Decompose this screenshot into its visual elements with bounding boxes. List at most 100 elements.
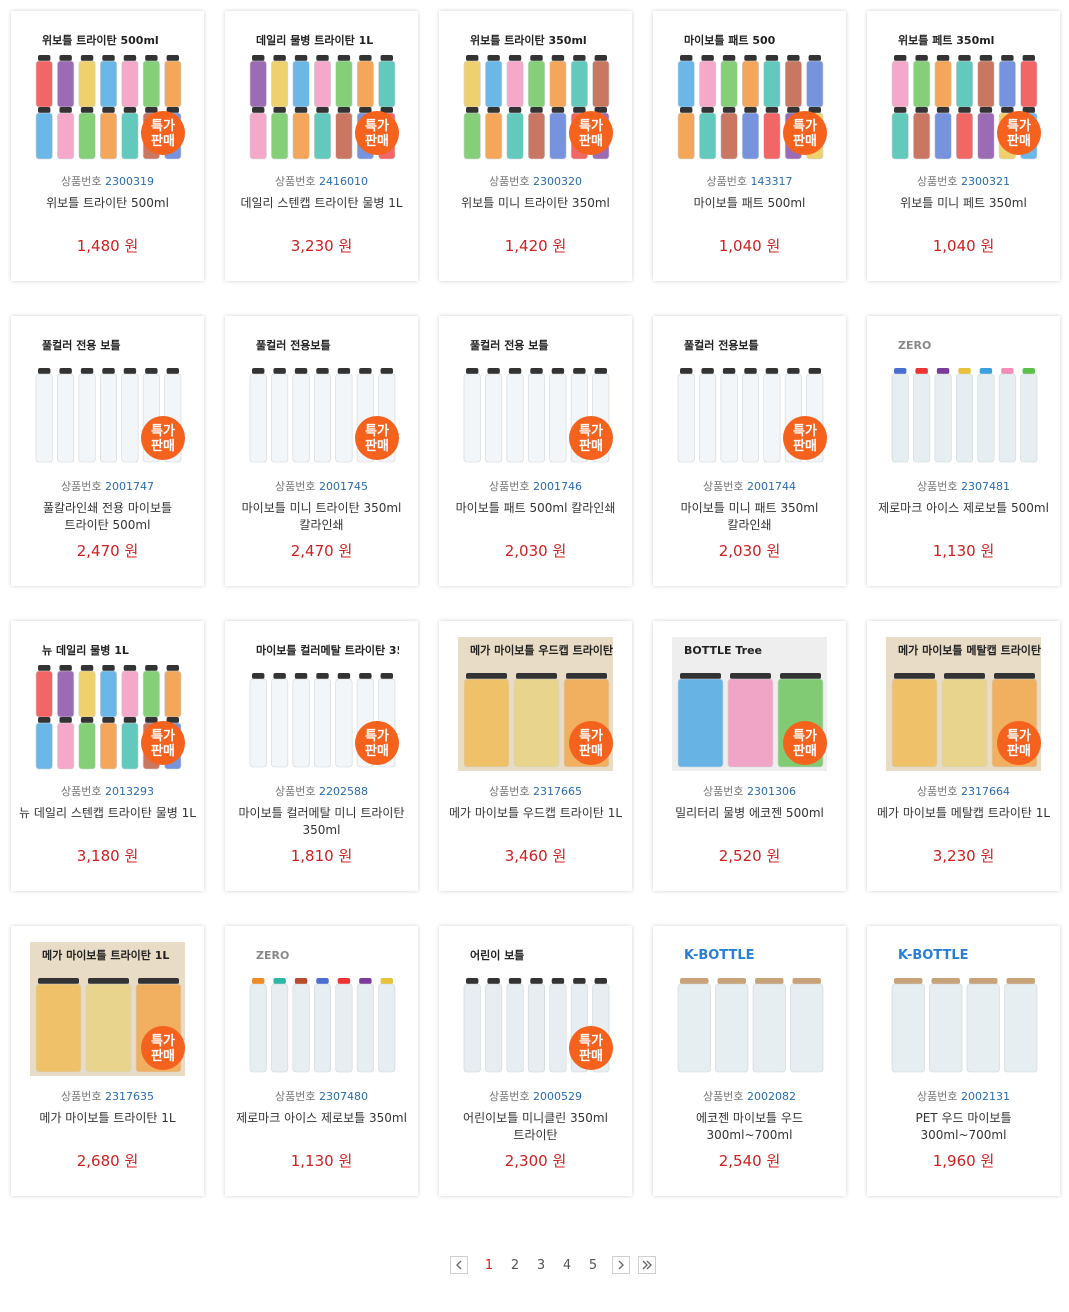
product-code-label: 상품번호 — [917, 1090, 958, 1103]
product-name[interactable]: 풀칼라인쇄 전용 마이보틀 트라이탄 500ml — [19, 500, 196, 534]
product-card[interactable]: 마이보틀 컬러메탈 트라이탄 350ml 특가판매상품번호 2202588 마이보틀… — [225, 621, 418, 891]
svg-text:특가: 특가 — [1007, 119, 1031, 134]
product-thumbnail[interactable]: ZERO — [886, 332, 1041, 466]
page-3[interactable]: 3 — [528, 1258, 554, 1273]
product-name[interactable]: 메가 마이보틀 트라이탄 1L — [19, 1110, 196, 1127]
product-name[interactable]: 마이보틀 패트 500ml — [661, 195, 838, 212]
product-name[interactable]: 마이보틀 미니 패트 350ml 칼라인쇄 — [661, 500, 838, 534]
product-name[interactable]: 마이보틀 컬러메탈 미니 트라이탄 350ml — [233, 805, 410, 839]
product-card[interactable]: 풀컬러 전용보틀 특가 판매 상품번호 2001745 마이보틀 미니 트라이탄 350… — [225, 316, 418, 586]
product-card[interactable]: ZERO 상품번호 2307480 제로마크 아이스 제로보틀 350ml 1,130… — [225, 926, 418, 1196]
sale-badge-icon: 특가판매 — [141, 721, 185, 765]
product-card[interactable]: 메가 마이보틀 메탈캡 트라이탄 1L 특가판매상품번호 2317664 메가 마이… — [867, 621, 1060, 891]
product-name[interactable]: 마이보틀 패트 500ml 칼라인쇄 — [447, 500, 624, 517]
product-thumbnail[interactable]: 뉴 데일리 물병 1L 특가 판매 — [30, 637, 185, 771]
product-thumbnail[interactable]: 풀컬러 전용보틀 특가 판매 — [672, 332, 827, 466]
product-thumbnail[interactable]: 메가 마이보틀 트라이탄 1L 특가 판매 — [30, 942, 185, 1076]
product-name[interactable]: 뉴 데일리 스텐캡 트라이탄 물병 1L — [19, 805, 196, 822]
product-name[interactable]: 에코젠 마이보틀 우드 300ml~700ml — [661, 1110, 838, 1144]
product-code-number: 2317665 — [532, 785, 582, 798]
svg-text:판매: 판매 — [579, 743, 603, 759]
product-thumbnail[interactable]: K-BOTTLE — [672, 942, 827, 1076]
product-thumbnail[interactable]: 메가 마이보틀 우드캡 트라이탄 1L 특가판매 — [458, 637, 613, 771]
svg-text:풀컬러 전용보틀: 풀컬러 전용보틀 — [256, 338, 331, 352]
product-name[interactable]: PET 우드 마이보틀 300ml~700ml — [875, 1110, 1052, 1144]
product-card[interactable]: 메가 마이보틀 우드캡 트라이탄 1L 특가판매상품번호 2317665 메가 마이… — [439, 621, 632, 891]
product-code-label: 상품번호 — [61, 785, 102, 798]
product-name[interactable]: 위보틀 미니 트라이탄 350ml — [447, 195, 624, 212]
product-card[interactable]: 마이보틀 패트 500 특가 판매 상품번호 143317 마이보틀 패트 500ml 1… — [653, 11, 846, 281]
double-chevron-right-icon — [642, 1260, 652, 1270]
page-5[interactable]: 5 — [580, 1258, 606, 1273]
product-thumbnail[interactable]: 위보틀 트라이탄 500ml 특가 판매 — [30, 27, 185, 161]
product-card[interactable]: 풀컬러 전용 보틀 특가 판매 상품번호 2001746 마이보틀 패트 500ml 칼… — [439, 316, 632, 586]
last-page-button[interactable] — [638, 1256, 656, 1274]
page-4[interactable]: 4 — [554, 1258, 580, 1273]
product-code-label: 상품번호 — [703, 1090, 744, 1103]
product-thumbnail[interactable]: 풀컬러 전용 보틀 특가 판매 — [30, 332, 185, 466]
product-thumbnail[interactable]: 위보틀 페트 350ml 특가 판매 — [886, 27, 1041, 161]
next-page-button[interactable] — [612, 1256, 630, 1274]
product-code: 상품번호 2317665 — [439, 783, 632, 799]
product-card[interactable]: ZERO 상품번호 2307481 제로마크 아이스 제로보틀 500ml 1,130… — [867, 316, 1060, 586]
product-thumbnail[interactable]: 위보틀 트라이탄 350ml 특가 판매 — [458, 27, 613, 161]
prev-page-button[interactable] — [450, 1256, 468, 1274]
page-1[interactable]: 1 — [476, 1258, 502, 1273]
product-card[interactable]: 풀컬러 전용보틀 특가 판매 상품번호 2001744 마이보틀 미니 패트 350ml… — [653, 316, 846, 586]
page-2[interactable]: 2 — [502, 1258, 528, 1273]
svg-text:BOTTLE Tree: BOTTLE Tree — [684, 644, 762, 657]
product-code-number: 2416010 — [318, 175, 368, 188]
product-thumbnail[interactable]: BOTTLE Tree 특가 판매 — [672, 637, 827, 771]
product-name[interactable]: 마이보틀 미니 트라이탄 350ml 칼라인쇄 — [233, 500, 410, 534]
svg-text:ZERO: ZERO — [256, 949, 289, 962]
product-code: 상품번호 2300319 — [11, 173, 204, 189]
product-name[interactable]: 위보틀 트라이탄 500ml — [19, 195, 196, 212]
svg-text:특가: 특가 — [579, 424, 603, 439]
product-thumbnail[interactable]: K-BOTTLE — [886, 942, 1041, 1076]
product-card[interactable]: 어린이 보틀 특가 판매 상품번호 2000529 어린이보틀 미니클린 350ml 트… — [439, 926, 632, 1196]
product-thumbnail[interactable]: 풀컬러 전용 보틀 특가 판매 — [458, 332, 613, 466]
svg-text:특가: 특가 — [579, 1034, 603, 1049]
product-code: 상품번호 2317664 — [867, 783, 1060, 799]
product-thumbnail[interactable]: 데일리 물병 트라이탄 1L 특가 판매 — [244, 27, 399, 161]
product-card[interactable]: 위보틀 트라이탄 350ml 특가 판매 상품번호 2300320 위보틀 미니 트라이… — [439, 11, 632, 281]
product-card[interactable]: K-BOTTLE 상품번호 2002082 에코젠 마이보틀 우드 300ml~70… — [653, 926, 846, 1196]
product-card[interactable]: 뉴 데일리 물병 1L 특가 판매상품번호 2013293 뉴 데일리 스텐캡 트라이… — [11, 621, 204, 891]
product-code-number: 2001746 — [532, 480, 582, 493]
product-price: 3,230 원 — [932, 847, 995, 865]
product-thumbnail[interactable]: 마이보틀 패트 500 특가 판매 — [672, 27, 827, 161]
product-name[interactable]: 메가 마이보틀 우드캡 트라이탄 1L — [447, 805, 624, 822]
product-card[interactable]: K-BOTTLE 상품번호 2002131 PET 우드 마이보틀 300ml~70… — [867, 926, 1060, 1196]
svg-text:판매: 판매 — [793, 743, 817, 759]
product-name[interactable]: 데일리 스텐캡 트라이탄 물병 1L — [233, 195, 410, 212]
product-thumbnail[interactable]: 어린이 보틀 특가 판매 — [458, 942, 613, 1076]
product-thumbnail[interactable]: 메가 마이보틀 메탈캡 트라이탄 1L 특가판매 — [886, 637, 1041, 771]
product-thumbnail[interactable]: ZERO — [244, 942, 399, 1076]
product-name[interactable]: 위보틀 미니 페트 350ml — [875, 195, 1052, 212]
product-code-label: 상품번호 — [61, 480, 102, 493]
svg-text:특가: 특가 — [579, 119, 603, 134]
product-name[interactable]: 메가 마이보틀 메탈캡 트라이탄 1L — [875, 805, 1052, 822]
product-card[interactable]: 풀컬러 전용 보틀 특가 판매상품번호 2001747 풀칼라인쇄 전용 마이보틀 트… — [11, 316, 204, 586]
product-card[interactable]: BOTTLE Tree 특가 판매 상품번호 2301306 밀리터리 물병 에코젠 5… — [653, 621, 846, 891]
product-card[interactable]: 메가 마이보틀 트라이탄 1L 특가 판매 상품번호 2317635 메가 마이보틀 트… — [11, 926, 204, 1196]
product-card[interactable]: 위보틀 페트 350ml 특가 판매 상품번호 2300321 위보틀 미니 페트 35… — [867, 11, 1060, 281]
product-name[interactable]: 제로마크 아이스 제로보틀 500ml — [875, 500, 1052, 517]
product-thumbnail[interactable]: 마이보틀 컬러메탈 트라이탄 350ml 특가판매 — [244, 637, 399, 771]
product-price: 2,030 원 — [504, 542, 567, 560]
product-name[interactable]: 어린이보틀 미니클린 350ml 트라이탄 — [447, 1110, 624, 1144]
bottle-image: K-BOTTLE — [886, 942, 1041, 1076]
product-thumbnail[interactable]: 풀컬러 전용보틀 특가 판매 — [244, 332, 399, 466]
product-code-number: 2001747 — [104, 480, 154, 493]
product-card[interactable]: 데일리 물병 트라이탄 1L 특가 판매 상품번호 2416010 데일리 스텐캡 트라… — [225, 11, 418, 281]
svg-text:판매: 판매 — [365, 438, 389, 454]
svg-text:메가 마이보틀 트라이탄 1L: 메가 마이보틀 트라이탄 1L — [42, 948, 169, 962]
product-price: 1,130 원 — [932, 542, 995, 560]
product-name[interactable]: 제로마크 아이스 제로보틀 350ml — [233, 1110, 410, 1127]
product-name[interactable]: 밀리터리 물병 에코젠 500ml — [661, 805, 838, 822]
product-code: 상품번호 2013293 — [11, 783, 204, 799]
product-card[interactable]: 위보틀 트라이탄 500ml 특가 판매상품번호 2300319 위보틀 트라이탄 5… — [11, 11, 204, 281]
svg-text:풀컬러 전용 보틀: 풀컬러 전용 보틀 — [470, 338, 549, 352]
svg-text:마이보틀 패트 500: 마이보틀 패트 500 — [684, 33, 776, 47]
product-price: 1,040 원 — [932, 237, 995, 255]
